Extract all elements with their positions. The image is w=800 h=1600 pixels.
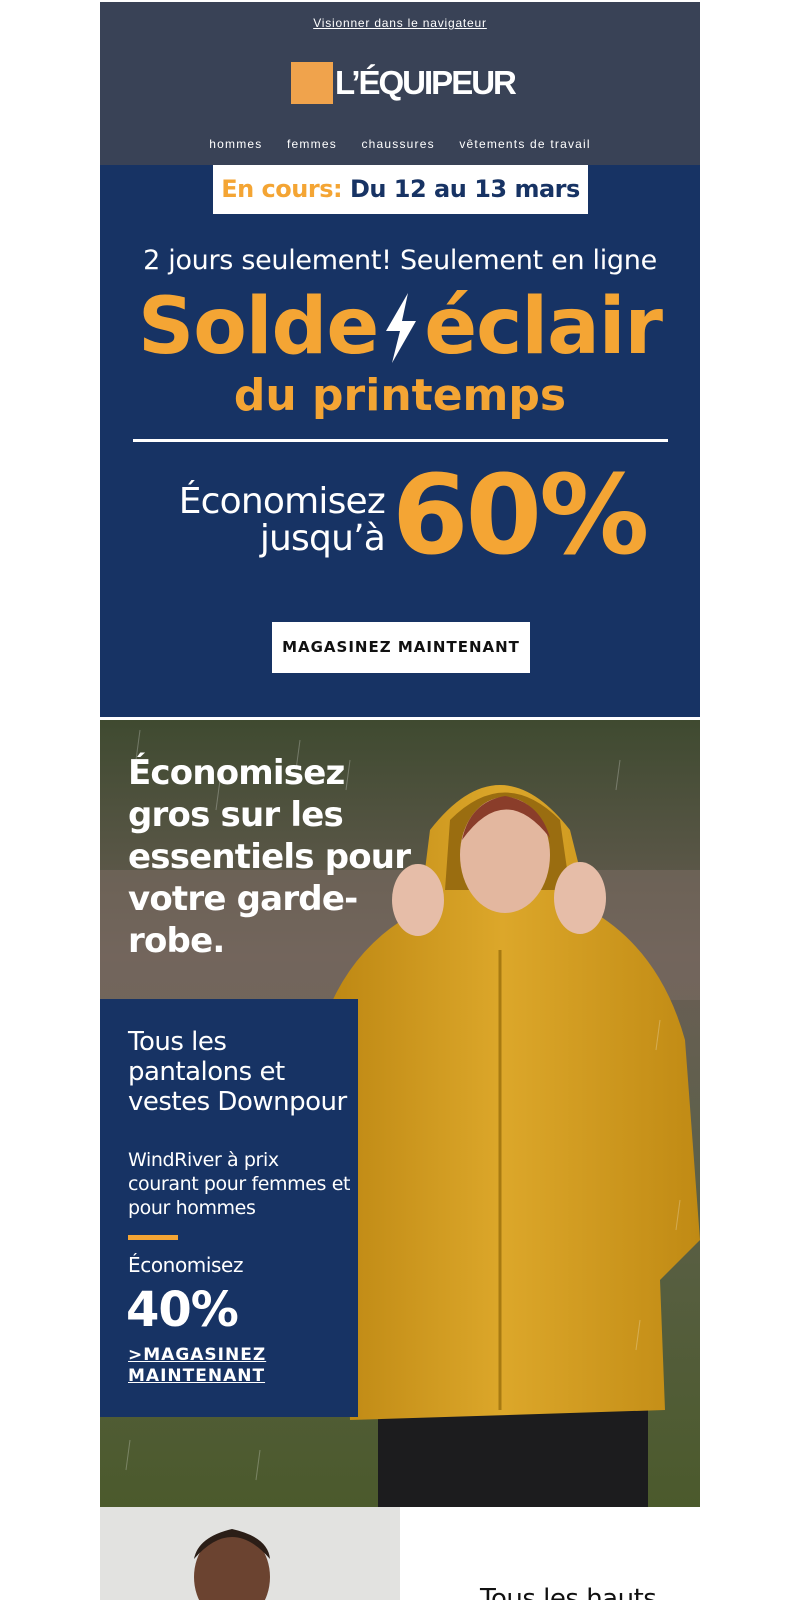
tops-promo[interactable]: Tous les hauts bbox=[100, 1507, 700, 1600]
man-portrait-image bbox=[100, 1507, 400, 1600]
hero-save-line2: jusqu’à bbox=[259, 518, 386, 559]
nav-item-hommes[interactable]: hommes bbox=[209, 137, 262, 151]
rain-jacket-promo[interactable]: Économisez gros sur les essentiels pour … bbox=[100, 720, 700, 1507]
promo-save-percent: 40% bbox=[126, 1282, 239, 1338]
nav-item-femmes[interactable]: femmes bbox=[287, 137, 337, 151]
promo-box: Tous les pantalons et vestes Downpour Wi… bbox=[100, 999, 358, 1417]
nav-item-vetements-de-travail[interactable]: vêtements de travail bbox=[459, 137, 590, 151]
logo-text: L’ÉQUIPEUR bbox=[335, 64, 517, 101]
date-value: Du 12 au 13 mars bbox=[349, 175, 580, 203]
hero-title: Solde éclair bbox=[100, 283, 700, 371]
promo-title: Tous les pantalons et vestes Downpour bbox=[128, 1027, 347, 1117]
main-nav: hommes femmes chaussures vêtements de tr… bbox=[100, 137, 700, 151]
email-container: Visionner dans le navigateur L’ÉQUIPEUR … bbox=[100, 2, 700, 1600]
lightning-bolt-icon bbox=[386, 293, 417, 363]
hero-title-part2: éclair bbox=[424, 282, 663, 372]
brand-logo[interactable]: L’ÉQUIPEUR bbox=[291, 62, 517, 106]
tops-title: Tous les hauts bbox=[480, 1584, 657, 1600]
hero-title-part1: Solde bbox=[138, 282, 379, 372]
date-banner: En cours: Du 12 au 13 mars bbox=[213, 165, 588, 214]
hero-subtitle: du printemps bbox=[233, 370, 567, 421]
hero-save-text: Économisez jusqu’à bbox=[140, 481, 386, 559]
nav-item-chaussures[interactable]: chaussures bbox=[361, 137, 434, 151]
promo-divider bbox=[128, 1235, 178, 1240]
shop-now-button[interactable]: MAGASINEZ MAINTENANT bbox=[272, 622, 530, 673]
header: Visionner dans le navigateur L’ÉQUIPEUR … bbox=[100, 2, 700, 165]
hero-banner[interactable]: En cours: Du 12 au 13 mars 2 jours seule… bbox=[100, 165, 700, 717]
hero-tagline: 2 jours seulement! Seulement en ligne bbox=[143, 245, 657, 276]
hero-save-percent: 60% bbox=[392, 451, 649, 579]
jacket-headline: Économisez gros sur les essentiels pour … bbox=[128, 753, 411, 961]
view-in-browser-link[interactable]: Visionner dans le navigateur bbox=[100, 16, 700, 30]
logo-mark bbox=[291, 62, 333, 104]
hero-save-line1: Économisez bbox=[178, 481, 386, 522]
promo-shop-now-link[interactable]: >MAGASINEZ MAINTENANT bbox=[128, 1345, 328, 1387]
promo-save-label: Économisez bbox=[128, 1253, 244, 1277]
man-photo bbox=[100, 1507, 400, 1600]
promo-description: WindRiver à prix courant pour femmes et … bbox=[128, 1149, 351, 1219]
hero-divider bbox=[133, 439, 668, 442]
date-label: En cours: bbox=[221, 175, 343, 203]
